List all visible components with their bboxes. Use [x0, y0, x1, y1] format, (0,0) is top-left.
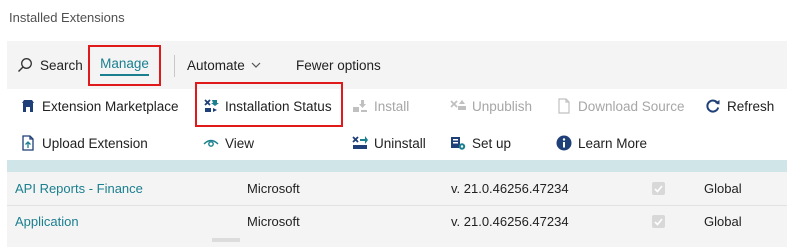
- extension-publisher: Microsoft: [247, 214, 300, 229]
- extension-name[interactable]: Application: [15, 206, 79, 238]
- manage-label: Manage: [100, 56, 149, 76]
- eye-icon: [203, 139, 219, 147]
- marketplace-icon: [22, 100, 34, 112]
- download-source-label: Download Source: [578, 98, 685, 114]
- unpublish-item[interactable]: Unpublish: [450, 95, 532, 117]
- chevron-down-icon: [251, 62, 261, 68]
- installed-checkbox: [652, 215, 665, 228]
- checkmark-icon: [654, 185, 663, 193]
- extension-publisher: Microsoft: [247, 181, 300, 196]
- command-separator: [174, 55, 175, 77]
- fewer-options-label: Fewer options: [296, 57, 381, 73]
- unpublish-label: Unpublish: [472, 98, 533, 114]
- extension-name[interactable]: API Reports - Finance: [15, 173, 143, 205]
- learn-more-item[interactable]: Learn More: [556, 132, 647, 154]
- install-item[interactable]: Install: [352, 95, 409, 117]
- command-bar: Search Manage Automate Fewer options: [7, 41, 787, 89]
- installation-status-highlight: [195, 82, 343, 127]
- page-title: Installed Extensions: [9, 10, 125, 25]
- checkmark-icon: [654, 218, 663, 226]
- horizontal-scrollbar[interactable]: [212, 238, 240, 242]
- search-icon: [18, 58, 32, 72]
- install-icon: [353, 100, 367, 112]
- upload-document-icon: [22, 135, 34, 151]
- extension-version: v. 21.0.46256.47234: [451, 214, 569, 229]
- document-icon: [558, 98, 570, 114]
- manage-menu: Extension Marketplace Installation Statu…: [7, 89, 787, 161]
- refresh-label: Refresh: [727, 98, 775, 114]
- refresh-item[interactable]: Refresh: [705, 95, 774, 117]
- unpublish-icon: [450, 100, 466, 110]
- manage-tab[interactable]: Manage: [88, 45, 161, 86]
- table-row[interactable]: Application Microsoft v. 21.0.46256.4723…: [7, 206, 787, 238]
- extension-scope: Global: [704, 214, 742, 229]
- extension-scope: Global: [704, 181, 742, 196]
- uninstall-label: Uninstall: [374, 135, 426, 151]
- view-label: View: [225, 135, 255, 151]
- search-button[interactable]: Search: [17, 41, 83, 89]
- installed-checkbox: [652, 182, 665, 195]
- info-icon: [556, 135, 572, 151]
- setup-icon: [451, 137, 466, 150]
- uninstall-item[interactable]: Uninstall: [352, 132, 426, 154]
- learn-more-label: Learn More: [578, 135, 648, 151]
- upload-extension-label: Upload Extension: [42, 135, 148, 151]
- set-up-item[interactable]: Set up: [450, 132, 511, 154]
- view-item[interactable]: View: [203, 132, 254, 154]
- list-header-band: [7, 160, 787, 172]
- refresh-icon: [706, 99, 720, 113]
- upload-extension-item[interactable]: Upload Extension: [20, 132, 148, 154]
- set-up-label: Set up: [472, 135, 512, 151]
- extension-marketplace-label: Extension Marketplace: [42, 98, 179, 114]
- extension-marketplace-item[interactable]: Extension Marketplace: [20, 95, 179, 117]
- uninstall-icon: [352, 136, 368, 149]
- download-source-item[interactable]: Download Source: [556, 95, 685, 117]
- extension-version: v. 21.0.46256.47234: [451, 181, 569, 196]
- search-label: Search: [40, 57, 83, 73]
- automate-label: Automate: [187, 57, 245, 73]
- install-label: Install: [374, 98, 410, 114]
- table-row[interactable]: API Reports - Finance Microsoft v. 21.0.…: [7, 173, 787, 205]
